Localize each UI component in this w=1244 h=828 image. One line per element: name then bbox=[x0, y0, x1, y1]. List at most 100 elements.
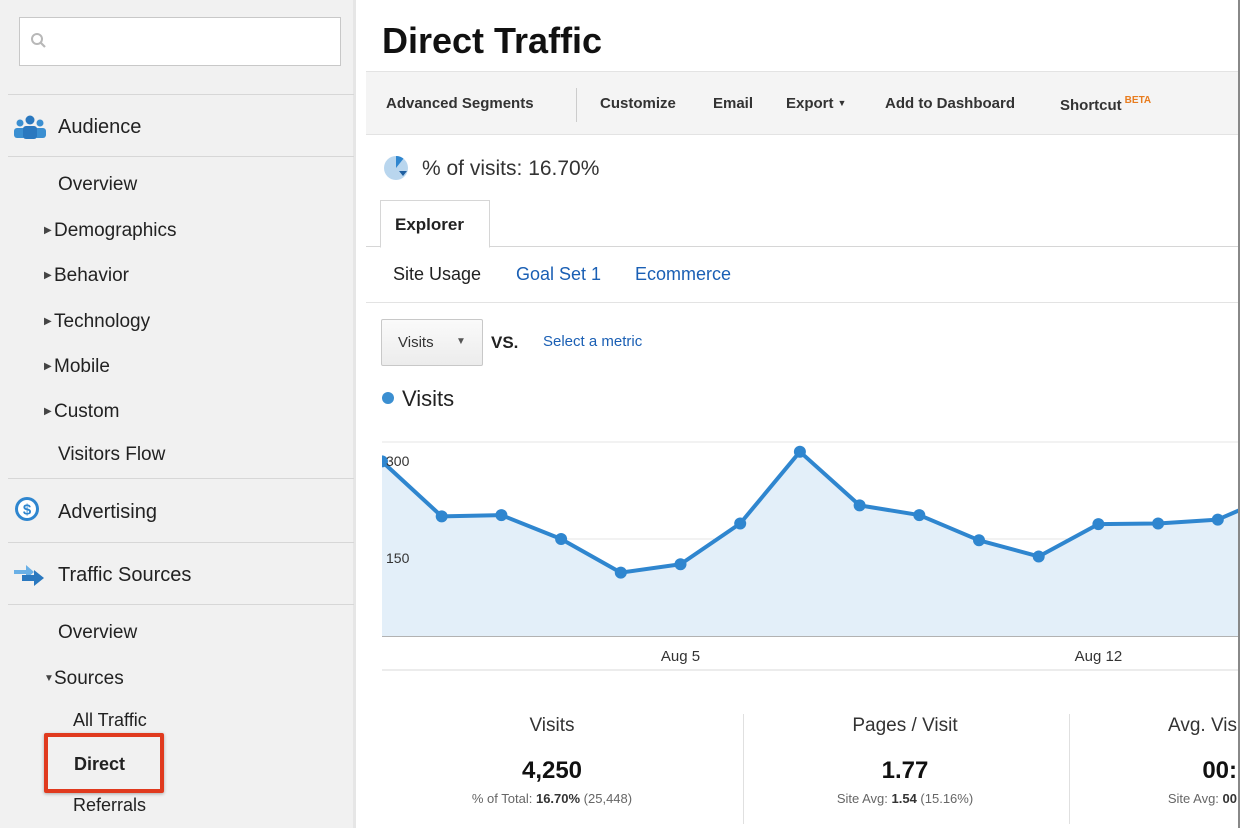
toolbar-divider bbox=[576, 88, 577, 122]
chart-point bbox=[555, 533, 568, 545]
chart-point bbox=[913, 509, 926, 522]
nav-label: Overview bbox=[58, 174, 138, 195]
tab-explorer[interactable]: Explorer bbox=[380, 200, 490, 248]
nav-label: Behavior bbox=[54, 265, 129, 286]
nav-referrals[interactable]: Referrals bbox=[73, 795, 146, 816]
svg-text:$: $ bbox=[23, 502, 32, 519]
stat-label: Pages / Visit bbox=[852, 715, 958, 736]
page-title: Direct Traffic bbox=[382, 20, 603, 61]
nav-behavior[interactable]: ▶ Behavior bbox=[44, 265, 129, 287]
nav-sources[interactable]: ▼Sources bbox=[44, 668, 124, 690]
export-button[interactable]: Export ▼ bbox=[786, 95, 846, 112]
audience-icon bbox=[14, 115, 46, 139]
shortcut-label: Shortcut bbox=[1060, 97, 1122, 114]
chart-point bbox=[495, 509, 508, 522]
metric-dropdown[interactable]: Visits ▼ bbox=[381, 319, 483, 366]
y-tick-label: 300 bbox=[386, 453, 410, 469]
collapse-triangle-icon: ▼ bbox=[44, 673, 54, 684]
chart-point bbox=[793, 445, 806, 458]
right-edge-line bbox=[1238, 0, 1240, 828]
section-advertising[interactable]: $ Advertising bbox=[8, 481, 354, 541]
select-metric-link[interactable]: Select a metric bbox=[543, 333, 642, 350]
customize-button[interactable]: Customize bbox=[600, 95, 676, 112]
expand-triangle-icon: ▶ bbox=[44, 316, 52, 327]
nav-demographics[interactable]: ▶ Demographics bbox=[44, 220, 177, 242]
stat-value: 1.77 bbox=[881, 757, 929, 784]
stat-label: Visits bbox=[529, 715, 575, 736]
email-button[interactable]: Email bbox=[713, 95, 753, 112]
pie-chart-icon bbox=[384, 155, 408, 180]
sidebar: Audience Overview ▶ Demographics ▶ Behavio… bbox=[0, 0, 356, 828]
nav-label: Direct bbox=[74, 754, 126, 774]
nav-label: Custom bbox=[54, 401, 120, 422]
nav-audience-overview[interactable]: Overview bbox=[58, 174, 137, 196]
section-label: Advertising bbox=[58, 501, 157, 523]
divider bbox=[8, 94, 354, 95]
nav-label: Referrals bbox=[73, 795, 147, 815]
chart-point bbox=[853, 499, 866, 512]
chart-point bbox=[1152, 517, 1165, 530]
y-tick-label: 150 bbox=[386, 550, 410, 566]
visits-chart: 300 150 Aug 5 Aug 12 bbox=[382, 441, 1238, 671]
search-input[interactable] bbox=[54, 26, 334, 58]
chart-point bbox=[435, 510, 448, 523]
subtab-goal-set-1[interactable]: Goal Set 1 bbox=[516, 264, 601, 285]
chevron-down-icon: ▼ bbox=[837, 98, 847, 108]
divider bbox=[8, 156, 354, 157]
stat-divider bbox=[743, 714, 744, 824]
stat-sub: % of Total: 16.70% (25,448) bbox=[471, 791, 633, 806]
nav-custom[interactable]: ▶ Custom bbox=[44, 401, 119, 423]
divider bbox=[8, 604, 354, 605]
tab-label: Explorer bbox=[395, 215, 464, 234]
nav-traffic-overview[interactable]: Overview bbox=[58, 622, 137, 644]
chart-point bbox=[1092, 518, 1105, 531]
add-to-dashboard-button[interactable]: Add to Dashboard bbox=[885, 95, 1015, 112]
legend-dot bbox=[382, 392, 394, 404]
vs-label: VS. bbox=[491, 333, 519, 352]
section-label: Audience bbox=[58, 116, 142, 138]
chart-point bbox=[734, 517, 747, 530]
shortcut-button[interactable]: Shortcut BETA bbox=[1060, 95, 1151, 114]
divider bbox=[366, 302, 1238, 303]
section-label: Traffic Sources bbox=[58, 564, 192, 586]
expand-triangle-icon: ▶ bbox=[44, 361, 52, 372]
toolbar: Advanced Segments Customize Email Export… bbox=[366, 71, 1238, 135]
nav-all-traffic[interactable]: All Traffic bbox=[73, 710, 147, 731]
stat-sub: Site Avg: 1.54 (15.16%) bbox=[836, 791, 974, 806]
advanced-segments-button[interactable]: Advanced Segments bbox=[386, 95, 534, 112]
dollar-icon: $ bbox=[15, 497, 39, 521]
stat-avg-visit-duration: Avg. Vis 00: Site Avg: 00 bbox=[1071, 715, 1241, 806]
section-audience[interactable]: Audience bbox=[8, 96, 354, 156]
expand-triangle-icon: ▶ bbox=[44, 406, 52, 417]
divider bbox=[8, 478, 354, 479]
expand-triangle-icon: ▶ bbox=[44, 225, 52, 236]
subtab-site-usage[interactable]: Site Usage bbox=[393, 264, 481, 285]
traffic-arrows-icon bbox=[14, 565, 44, 586]
subtab-ecommerce[interactable]: Ecommerce bbox=[635, 264, 731, 285]
nav-visitors-flow[interactable]: Visitors Flow bbox=[58, 444, 165, 466]
x-tick-label: Aug 12 bbox=[1075, 648, 1123, 665]
stat-visits: Visits 4,250 % of Total: 16.70% (25,448) bbox=[392, 715, 712, 806]
nav-label: Demographics bbox=[54, 220, 177, 241]
pct-of-visits: % of visits: 16.70% bbox=[422, 157, 600, 180]
stat-sub: Site Avg: 00 bbox=[1167, 791, 1237, 806]
metric-dropdown-value: Visits bbox=[398, 334, 434, 351]
section-traffic-sources[interactable]: Traffic Sources bbox=[8, 544, 354, 604]
divider bbox=[8, 542, 354, 543]
search-box[interactable] bbox=[19, 17, 341, 66]
chart-legend: Visits bbox=[382, 386, 454, 412]
chart-point bbox=[1211, 513, 1224, 526]
beta-badge: BETA bbox=[1124, 95, 1152, 106]
stat-label: Avg. Vis bbox=[1167, 715, 1237, 736]
search-icon bbox=[31, 33, 46, 48]
nav-mobile[interactable]: ▶ Mobile bbox=[44, 356, 110, 378]
nav-direct-highlighted[interactable]: Direct bbox=[44, 733, 164, 793]
nav-technology[interactable]: ▶ Technology bbox=[44, 311, 150, 333]
nav-label: Technology bbox=[54, 311, 151, 332]
chart-area-fill bbox=[382, 451, 1238, 636]
stat-value: 00: bbox=[1202, 757, 1237, 784]
chart-point bbox=[1032, 550, 1045, 563]
nav-label: Sources bbox=[54, 668, 124, 689]
nav-label: Visitors Flow bbox=[58, 444, 166, 465]
nav-label: Mobile bbox=[54, 356, 110, 377]
